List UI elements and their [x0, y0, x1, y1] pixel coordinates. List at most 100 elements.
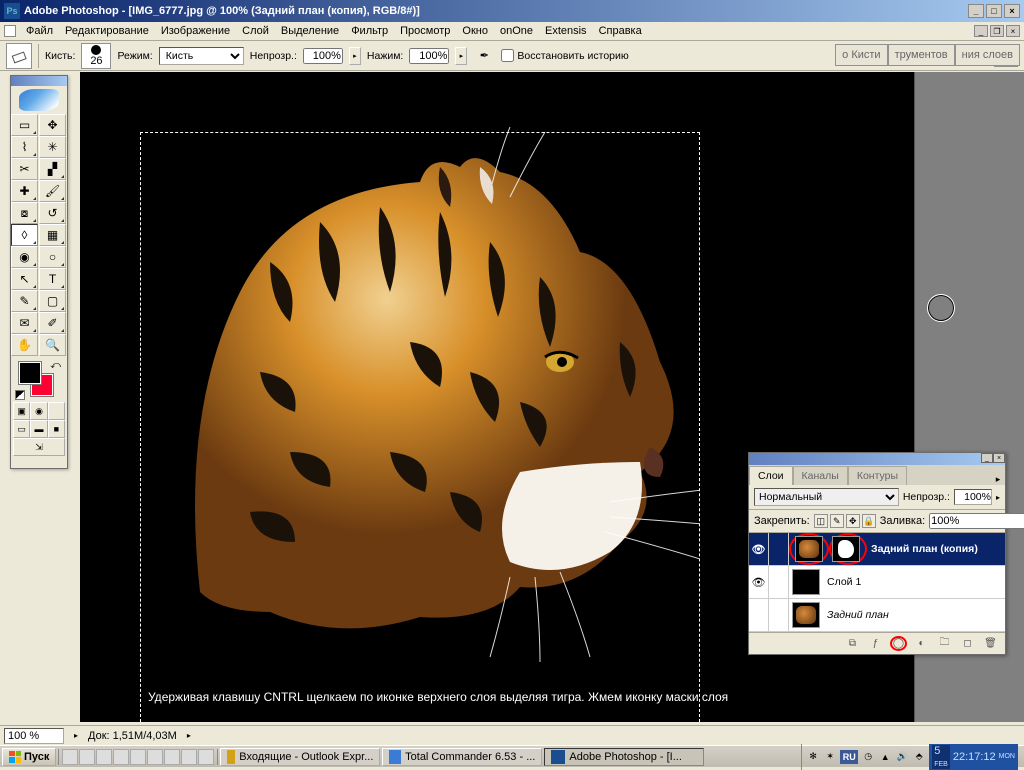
layer-thumbnail[interactable]: [795, 536, 823, 562]
collapsed-tab-brushes[interactable]: о Кисти: [835, 44, 887, 66]
gradient-tool[interactable]: ▦: [39, 224, 66, 246]
tray-icon[interactable]: ▲: [878, 750, 892, 764]
quicklaunch-icon[interactable]: [198, 749, 214, 765]
eyedropper-tool[interactable]: ✐: [39, 312, 66, 334]
lock-all-icon[interactable]: 🔒: [862, 514, 876, 528]
restore-history-checkbox[interactable]: [501, 49, 514, 62]
tab-paths[interactable]: Контуры: [848, 466, 907, 485]
jump-to-imageready-button[interactable]: ⇲: [13, 438, 65, 456]
screen-mode-button[interactable]: [48, 402, 65, 420]
link-column[interactable]: [769, 566, 789, 599]
menu-edit[interactable]: Редактирование: [59, 23, 155, 39]
layer-style-icon[interactable]: ƒ: [867, 636, 884, 651]
slice-tool[interactable]: ▞: [39, 158, 66, 180]
add-mask-icon[interactable]: ◯: [890, 636, 907, 651]
tray-icon[interactable]: ⬘: [912, 750, 926, 764]
screen-full-button[interactable]: ■: [48, 420, 65, 438]
doc-minimize-button[interactable]: _: [974, 25, 988, 37]
menu-window[interactable]: Окно: [456, 23, 494, 39]
doc-restore-button[interactable]: ❐: [990, 25, 1004, 37]
collapsed-tab-layercomps[interactable]: ния слоев: [955, 44, 1020, 66]
type-tool[interactable]: T: [39, 268, 66, 290]
start-button[interactable]: Пуск: [2, 748, 56, 766]
lock-transparency-icon[interactable]: ◫: [814, 514, 828, 528]
blend-mode-select[interactable]: Нормальный: [754, 488, 899, 506]
task-photoshop[interactable]: Adobe Photoshop - [I...: [544, 748, 704, 766]
new-group-icon[interactable]: 🗀: [936, 636, 953, 651]
fill-input[interactable]: [929, 513, 1024, 529]
tray-icon[interactable]: ✶: [823, 750, 837, 764]
blur-tool[interactable]: ◉: [11, 246, 38, 268]
crop-tool[interactable]: ✂: [11, 158, 38, 180]
airbrush-icon[interactable]: ✒: [473, 45, 495, 67]
quicklaunch-icon[interactable]: [113, 749, 129, 765]
quicklaunch-icon[interactable]: [96, 749, 112, 765]
menu-onone[interactable]: onOne: [494, 23, 539, 39]
lock-pixels-icon[interactable]: ✎: [830, 514, 844, 528]
screen-standard-button[interactable]: ▭: [13, 420, 30, 438]
lasso-tool[interactable]: ⌇: [11, 136, 38, 158]
layer-mask-thumbnail[interactable]: [832, 536, 860, 562]
doc-close-button[interactable]: ×: [1006, 25, 1020, 37]
tab-channels[interactable]: Каналы: [793, 466, 848, 485]
mode-select[interactable]: Кисть: [159, 47, 244, 65]
task-outlook[interactable]: Входящие - Outlook Expr...: [220, 748, 380, 766]
layer-opacity-input[interactable]: [954, 489, 992, 505]
menu-filter[interactable]: Фильтр: [345, 23, 394, 39]
quicklaunch-icon[interactable]: [79, 749, 95, 765]
shape-tool[interactable]: ▢: [39, 290, 66, 312]
panel-menu-icon[interactable]: ▸: [991, 474, 1005, 485]
clock[interactable]: 5FEB 22:17:12 MON: [929, 744, 1018, 770]
tray-icon[interactable]: 🔊: [895, 750, 909, 764]
quicklaunch-icon[interactable]: [181, 749, 197, 765]
menu-image[interactable]: Изображение: [155, 23, 236, 39]
history-brush-tool[interactable]: ↺: [39, 202, 66, 224]
opacity-dropdown[interactable]: ▸: [349, 47, 361, 65]
flow-input[interactable]: [409, 48, 449, 64]
visibility-toggle-icon[interactable]: 👁: [749, 533, 769, 566]
tray-icon[interactable]: ◷: [861, 750, 875, 764]
status-menu-icon[interactable]: ▸: [74, 731, 78, 740]
default-colors-icon[interactable]: [15, 390, 25, 400]
toolbox-grip[interactable]: [11, 76, 67, 86]
menu-view[interactable]: Просмотр: [394, 23, 456, 39]
tab-layers[interactable]: Слои: [749, 466, 793, 485]
flow-dropdown[interactable]: ▸: [455, 47, 467, 65]
layer-row[interactable]: 👁 Слой 1: [749, 566, 1005, 599]
layer-row[interactable]: Задний план: [749, 599, 1005, 632]
layers-panel-titlebar[interactable]: _ ×: [749, 453, 1005, 465]
quickmask-mode-button[interactable]: ◉: [30, 402, 47, 420]
task-totalcommander[interactable]: Total Commander 6.53 - ...: [382, 748, 542, 766]
notes-tool[interactable]: ✉: [11, 312, 38, 334]
magic-wand-tool[interactable]: ✳: [39, 136, 66, 158]
status-info-menu[interactable]: ▸: [187, 731, 191, 740]
quicklaunch-icon[interactable]: [62, 749, 78, 765]
link-column[interactable]: [769, 533, 789, 566]
new-layer-icon[interactable]: ◻: [959, 636, 976, 651]
foreground-color[interactable]: [19, 362, 41, 384]
layers-panel-minimize[interactable]: _: [981, 453, 993, 463]
quicklaunch-icon[interactable]: [164, 749, 180, 765]
quicklaunch-icon[interactable]: [130, 749, 146, 765]
healing-brush-tool[interactable]: ✚: [11, 180, 38, 202]
menu-layer[interactable]: Слой: [236, 23, 275, 39]
layers-panel-close[interactable]: ×: [993, 453, 1005, 463]
layer-thumbnail[interactable]: [792, 569, 820, 595]
quicklaunch-icon[interactable]: [147, 749, 163, 765]
standard-mode-button[interactable]: ▣: [13, 402, 30, 420]
menu-file[interactable]: Файл: [20, 23, 59, 39]
swap-colors-icon[interactable]: ⤺: [50, 360, 61, 371]
menu-help[interactable]: Справка: [593, 23, 648, 39]
close-button[interactable]: ×: [1004, 4, 1020, 18]
link-layers-icon[interactable]: ⧉: [844, 636, 861, 651]
brush-tool[interactable]: 🖌: [39, 180, 66, 202]
path-select-tool[interactable]: ↖: [11, 268, 38, 290]
opacity-input[interactable]: [303, 48, 343, 64]
marquee-tool[interactable]: ▭: [11, 114, 38, 136]
hand-tool[interactable]: ✋: [11, 334, 38, 356]
tool-preset-picker[interactable]: [6, 43, 32, 69]
link-column[interactable]: [769, 599, 789, 632]
collapsed-tab-tools[interactable]: трументов: [888, 44, 955, 66]
eraser-tool[interactable]: ◊: [11, 224, 38, 246]
visibility-toggle-icon[interactable]: [749, 599, 769, 632]
